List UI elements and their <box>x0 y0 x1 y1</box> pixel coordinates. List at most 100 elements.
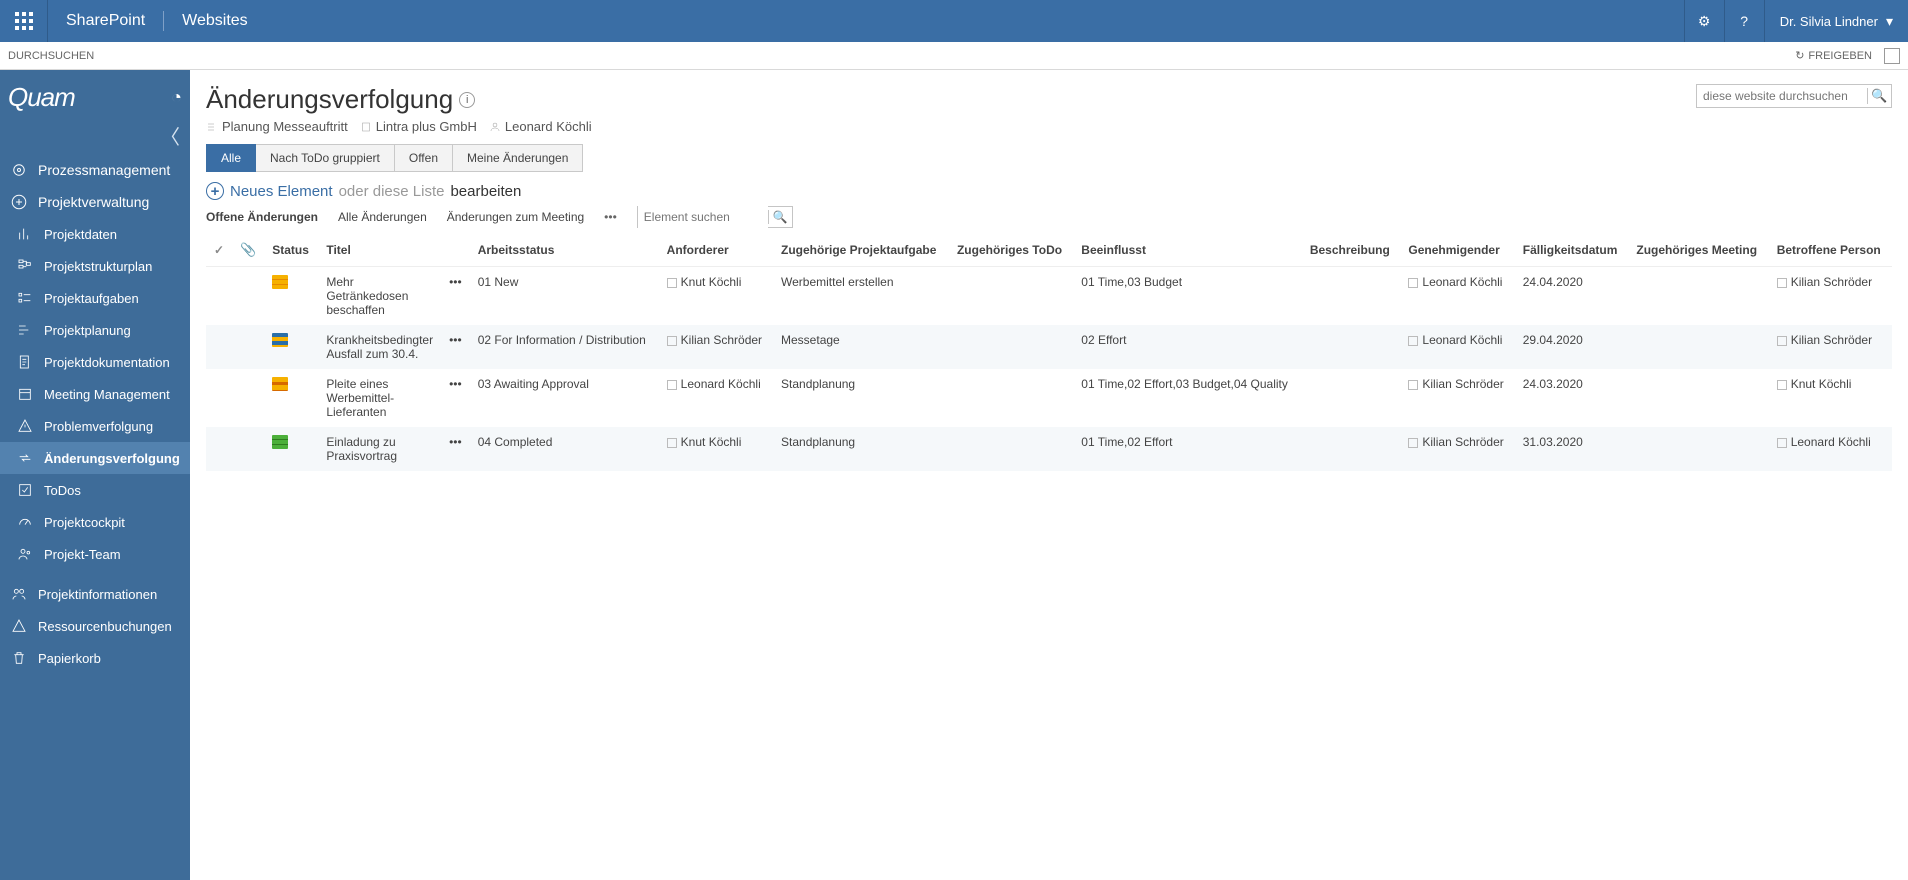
new-item-link[interactable]: Neues Element <box>230 183 333 200</box>
sidebar-item-team[interactable]: Projekt-Team <box>0 538 190 570</box>
table-row[interactable]: Mehr Getränkedosen beschaffen•••01 NewKn… <box>206 267 1892 326</box>
table-row[interactable]: Krankheitsbedingter Ausfall zum 30.4.•••… <box>206 325 1892 369</box>
cell-titel: Pleite eines Werbemittel-Lieferanten <box>318 369 441 427</box>
row-menu-button[interactable]: ••• <box>441 369 470 427</box>
row-menu-button[interactable]: ••• <box>441 267 470 326</box>
cell-anforderer: Kilian Schröder <box>659 325 773 369</box>
user-menu[interactable]: Dr. Silvia Lindner ▾ <box>1764 0 1908 42</box>
sidebar-item-dokumentation[interactable]: Projektdokumentation <box>0 346 190 378</box>
row-menu-button[interactable]: ••• <box>441 427 470 471</box>
sidebar-item-label: Papierkorb <box>38 651 101 666</box>
help-button[interactable]: ? <box>1724 0 1764 42</box>
sidebar-item-label: Projektcockpit <box>44 515 125 530</box>
status-chip <box>272 435 288 449</box>
list-search[interactable]: 🔍 <box>637 206 793 228</box>
table-row[interactable]: Pleite eines Werbemittel-Lieferanten••• 0… <box>206 369 1892 427</box>
col-meeting[interactable]: Zugehöriges Meeting <box>1628 234 1768 267</box>
add-item-button[interactable]: + <box>206 182 224 200</box>
info-icon[interactable]: i <box>459 92 475 108</box>
sidebar-item-papierkorb[interactable]: Papierkorb <box>0 642 190 674</box>
crumb-item[interactable]: Planung Messeauftritt <box>206 119 348 134</box>
app-launcher-button[interactable] <box>0 0 48 42</box>
col-genehmigender[interactable]: Genehmigender <box>1400 234 1514 267</box>
crumb-item[interactable]: Lintra plus GmbH <box>360 119 477 134</box>
sidebar-item-label: Projektstrukturplan <box>44 259 152 274</box>
focus-content-button[interactable] <box>1884 48 1900 64</box>
sidebar-item-strukturplan[interactable]: Projektstrukturplan <box>0 250 190 282</box>
table-row[interactable]: Einladung zu Praxisvortrag•••04 Complete… <box>206 427 1892 471</box>
tab-todo-grouped[interactable]: Nach ToDo gruppiert <box>256 144 395 172</box>
sidebar-item-meeting[interactable]: Meeting Management <box>0 378 190 410</box>
sidebar-item-label: ToDos <box>44 483 81 498</box>
section-label[interactable]: Websites <box>164 0 266 42</box>
sidebar-item-planung[interactable]: Projektplanung <box>0 314 190 346</box>
cell-beeinflusst: 01 Time,02 Effort <box>1073 427 1302 471</box>
filter-offene[interactable]: Offene Änderungen <box>206 210 318 224</box>
cell-titel: Mehr Getränkedosen beschaffen <box>318 267 441 326</box>
search-icon[interactable]: 🔍 <box>1867 88 1891 104</box>
col-beeinflusst[interactable]: Beeinflusst <box>1073 234 1302 267</box>
col-todo[interactable]: Zugehöriges ToDo <box>949 234 1073 267</box>
settings-button[interactable]: ⚙ <box>1684 0 1724 42</box>
col-beschreibung[interactable]: Beschreibung <box>1302 234 1401 267</box>
ribbon-browse-tab[interactable]: DURCHSUCHEN <box>8 50 94 62</box>
cell-anforderer: Knut Köchli <box>659 267 773 326</box>
site-search[interactable]: 🔍 <box>1696 84 1892 108</box>
brand-label[interactable]: SharePoint <box>48 0 163 42</box>
gear-icon <box>10 161 28 179</box>
col-status[interactable]: Status <box>264 234 318 267</box>
edit-list-link[interactable]: bearbeiten <box>450 183 521 200</box>
sidebar-item-aenderung[interactable]: Änderungsverfolgung <box>0 442 190 474</box>
cell-titel: Einladung zu Praxisvortrag <box>318 427 441 471</box>
cell-beeinflusst: 01 Time,02 Effort,03 Budget,04 Quality <box>1073 369 1302 427</box>
col-aufgabe[interactable]: Zugehörige Projektaufgabe <box>773 234 949 267</box>
info-icon <box>10 585 28 603</box>
cell-arbeit: 04 Completed <box>470 427 659 471</box>
cell-betroffen: Knut Köchli <box>1769 369 1892 427</box>
view-tabs: Alle Nach ToDo gruppiert Offen Meine Änd… <box>206 144 1892 172</box>
sidebar-item-ressourcen[interactable]: Ressourcenbuchungen <box>0 610 190 642</box>
col-titel[interactable]: Titel <box>318 234 441 267</box>
sidebar-item-projektdaten[interactable]: Projektdaten <box>0 218 190 250</box>
change-icon <box>16 449 34 467</box>
filter-meeting[interactable]: Änderungen zum Meeting <box>447 210 584 224</box>
collapse-sidebar-icon[interactable]: 〈 <box>160 127 180 149</box>
share-button[interactable]: ↻ FREIGEBEN <box>1795 49 1872 62</box>
filter-alle[interactable]: Alle Änderungen <box>338 210 427 224</box>
crumb-item[interactable]: Leonard Köchli <box>489 119 592 134</box>
search-icon[interactable]: 🔍 <box>768 210 792 224</box>
sidebar-item-label: Projektdokumentation <box>44 355 170 370</box>
warning-icon <box>16 417 34 435</box>
cell-titel: Krankheitsbedingter Ausfall zum 30.4. <box>318 325 441 369</box>
sidebar-item-problem[interactable]: Problemverfolgung <box>0 410 190 442</box>
cell-aufgabe: Standplanung <box>773 369 949 427</box>
cell-betroffen: Kilian Schröder <box>1769 325 1892 369</box>
page-title: Änderungsverfolgung <box>206 84 453 115</box>
tab-offen[interactable]: Offen <box>395 144 453 172</box>
tab-meine[interactable]: Meine Änderungen <box>453 144 583 172</box>
sidebar-item-project-admin[interactable]: Projektverwaltung <box>0 186 190 218</box>
col-check[interactable]: ✓ <box>206 234 232 267</box>
sidebar-item-process[interactable]: Prozessmanagement <box>0 154 190 186</box>
site-search-input[interactable] <box>1697 85 1867 107</box>
cell-anforderer: Leonard Köchli <box>659 369 773 427</box>
sidebar-item-info[interactable]: Projektinformationen <box>0 578 190 610</box>
list-search-input[interactable] <box>638 206 768 228</box>
logo[interactable]: Quam <box>8 82 75 113</box>
main-content: Änderungsverfolgung i Planung Messeauftr… <box>190 70 1908 880</box>
col-betroffen[interactable]: Betroffene Person <box>1769 234 1892 267</box>
status-chip <box>272 275 288 289</box>
tab-alle[interactable]: Alle <box>206 144 256 172</box>
sidebar-item-label: Änderungsverfolgung <box>44 451 180 466</box>
more-filters-icon[interactable]: ••• <box>604 210 617 224</box>
row-menu-button[interactable]: ••• <box>441 325 470 369</box>
sidebar-item-cockpit[interactable]: Projektcockpit <box>0 506 190 538</box>
col-faelligkeit[interactable]: Fälligkeitsdatum <box>1515 234 1629 267</box>
col-anforderer[interactable]: Anforderer <box>659 234 773 267</box>
col-arbeit[interactable]: Arbeitsstatus <box>470 234 659 267</box>
gantt-icon <box>16 321 34 339</box>
sidebar-item-aufgaben[interactable]: Projektaufgaben <box>0 282 190 314</box>
sidebar-item-label: Projektaufgaben <box>44 291 139 306</box>
sidebar-item-todos[interactable]: ToDos <box>0 474 190 506</box>
col-attach[interactable]: 📎 <box>232 234 264 267</box>
